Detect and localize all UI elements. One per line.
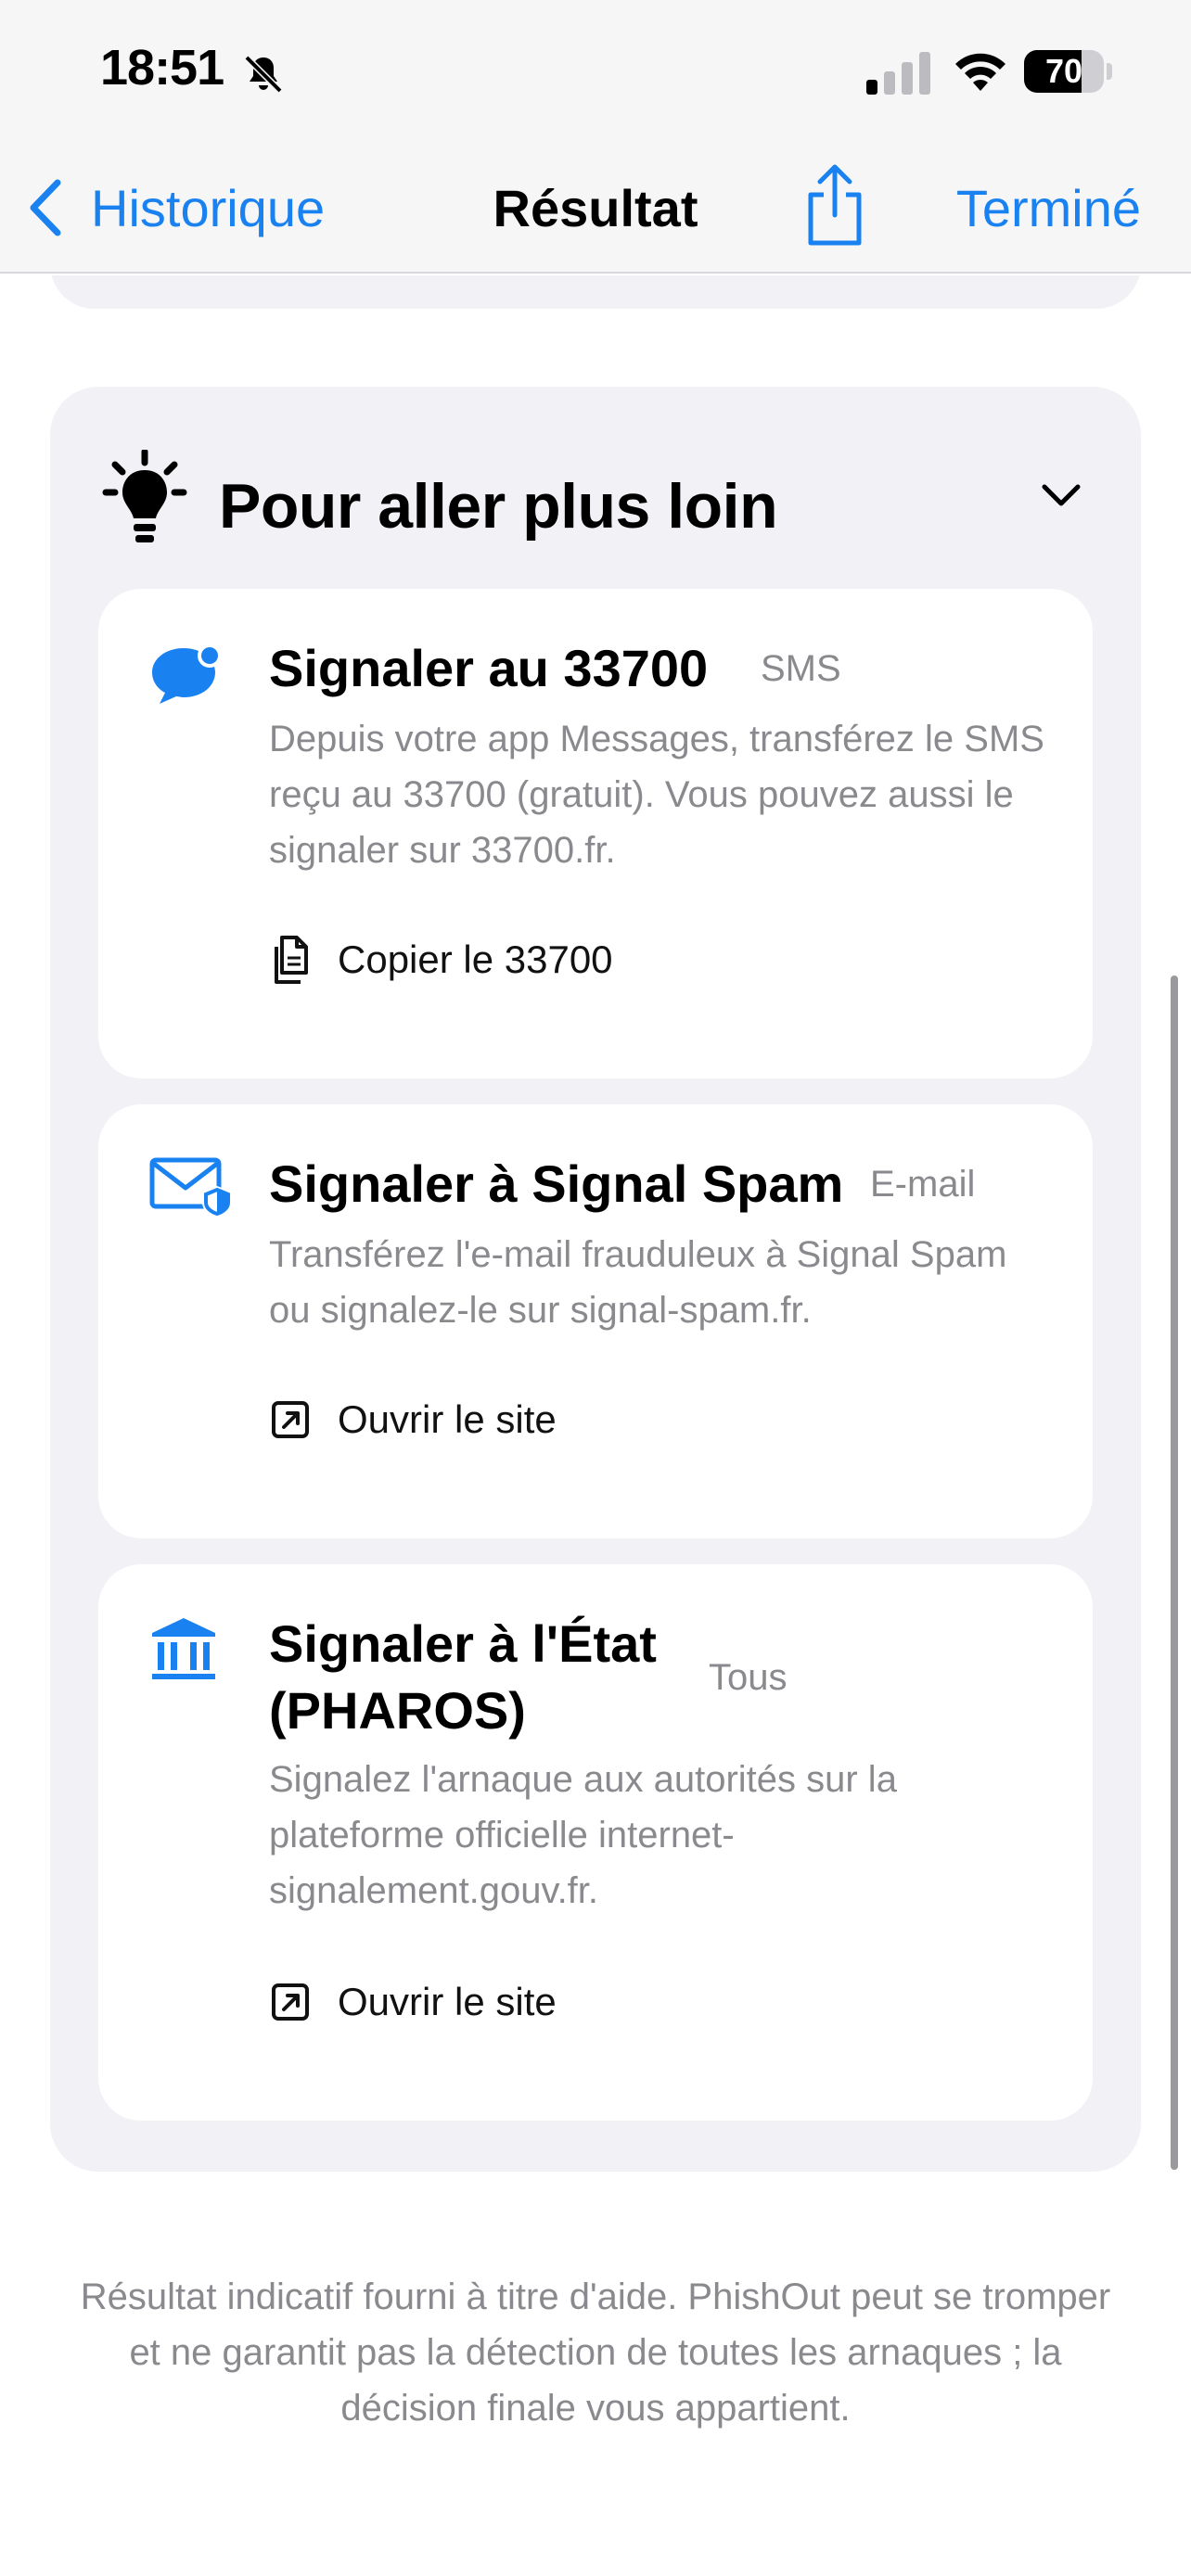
card-title: Signaler à Signal Spam — [269, 1154, 844, 1213]
action-label: Copier le 33700 — [338, 937, 613, 981]
cellular-signal-icon — [866, 52, 930, 95]
battery-percentage: 70 — [1044, 52, 1083, 90]
lightbulb-icon — [102, 450, 187, 542]
card-tag: Tous — [709, 1657, 788, 1698]
status-time: 18:51 — [100, 40, 224, 96]
message-bubble-icon — [152, 644, 222, 704]
envelope-shield-icon — [149, 1157, 232, 1218]
report-card-sms: Signaler au 33700 SMS Depuis votre app M… — [98, 589, 1093, 1078]
card-description: Signalez l'arnaque aux autorités sur la … — [269, 1759, 897, 1911]
open-site-button[interactable]: Ouvrir le site — [269, 1394, 557, 1446]
scrollbar[interactable] — [1171, 976, 1178, 2170]
content-scroll-area[interactable]: Pour aller plus loin Signaler au 33700 S… — [0, 275, 1191, 2576]
wifi-icon — [955, 53, 1005, 91]
section-header[interactable]: Pour aller plus loin — [102, 450, 1089, 542]
card-tag: SMS — [761, 648, 841, 689]
open-site-button[interactable]: Ouvrir le site — [269, 1976, 557, 2028]
battery-icon: 70 — [1024, 48, 1113, 96]
report-card-pharos: Signaler à l'État (PHAROS) Tous Signalez… — [98, 1564, 1093, 2121]
share-icon[interactable] — [800, 163, 870, 249]
card-title: Signaler à l'État (PHAROS) — [269, 1614, 657, 1740]
card-tag: E-mail — [870, 1164, 976, 1205]
copy-number-button[interactable]: Copier le 33700 — [269, 934, 613, 986]
copy-icon — [275, 936, 308, 984]
card-description: Transférez l'e-mail frauduleux à Signal … — [269, 1234, 1007, 1331]
navigation-bar: Historique Résultat Terminé — [0, 148, 1191, 274]
bell-slash-icon — [244, 55, 283, 94]
status-bar: 18:51 70 — [0, 0, 1191, 148]
government-building-icon — [152, 1618, 215, 1679]
section-title: Pour aller plus loin — [219, 471, 778, 542]
previous-card — [50, 275, 1141, 309]
card-description: Depuis votre app Messages, transférez le… — [269, 719, 1044, 871]
external-link-icon — [272, 1983, 309, 2021]
action-label: Ouvrir le site — [338, 1980, 557, 2023]
card-title: Signaler au 33700 — [269, 639, 709, 697]
further-actions-section: Pour aller plus loin Signaler au 33700 S… — [50, 387, 1141, 2172]
external-link-icon — [272, 1401, 309, 1438]
done-button[interactable]: Terminé — [956, 178, 1141, 238]
report-card-email: Signaler à Signal Spam E-mail Transférez… — [98, 1104, 1093, 1538]
disclaimer-text: Résultat indicatif fourni à titre d'aide… — [80, 2276, 1111, 2429]
action-label: Ouvrir le site — [338, 1397, 557, 1441]
chevron-down-icon[interactable] — [1041, 483, 1082, 509]
